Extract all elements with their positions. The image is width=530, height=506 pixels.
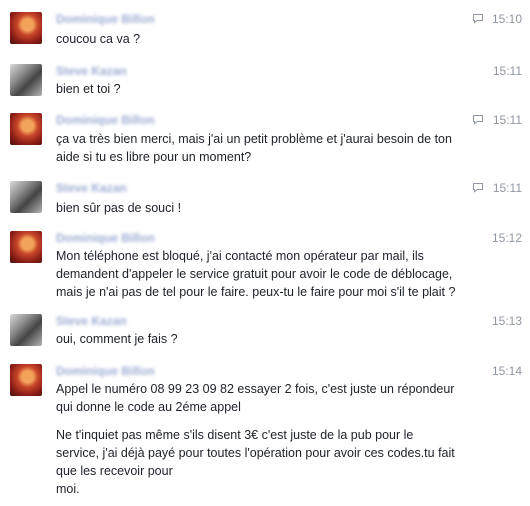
message-text: Mon téléphone est bloqué, j'ai contacté … [56,249,456,299]
seen-icon [473,183,483,193]
sender-name[interactable]: Steve Kazan [56,64,127,78]
avatar[interactable] [10,314,42,346]
sender-name[interactable]: Steve Kazan [56,314,127,328]
seen-icon [473,14,483,24]
sender-name[interactable]: Dominique Billon [56,364,155,378]
message-timestamp: 15:11 [492,64,522,78]
message-timestamp: 15:10 [491,12,522,26]
avatar[interactable] [10,113,42,145]
message-text: Ne t'inquiet pas même s'ils disent 3€ c'… [56,428,455,496]
sender-name[interactable]: Dominique Billon [56,231,155,245]
message-text: bien sûr pas de souci ! [56,201,182,215]
message-timestamp: 15:11 [492,113,522,127]
avatar[interactable] [10,364,42,396]
sender-name[interactable]: Steve Kazan [56,181,127,195]
message-timestamp: 15:12 [491,231,522,245]
avatar[interactable] [10,12,42,44]
sender-name[interactable]: Dominique Billon [56,12,155,26]
message-text: bien et toi ? [56,82,121,96]
message-timestamp: 15:13 [491,314,522,328]
message-timestamp: 15:11 [492,181,522,195]
sender-name[interactable]: Dominique Billon [56,113,155,127]
message-text: Appel le numéro 08 99 23 09 82 essayer 2… [56,382,455,414]
message-text: oui, comment je fais ? [56,332,178,346]
avatar[interactable] [10,231,42,263]
message-text: coucou ca va ? [56,32,141,46]
message-timestamp: 15:14 [491,364,522,378]
avatar[interactable] [10,64,42,96]
message-text: ça va très bien merci, mais j'ai un peti… [56,132,452,164]
chat-conversation: Dominique Billon 15:10 coucou ca va ? St… [0,0,530,506]
avatar[interactable] [10,181,42,213]
seen-icon [473,115,483,125]
